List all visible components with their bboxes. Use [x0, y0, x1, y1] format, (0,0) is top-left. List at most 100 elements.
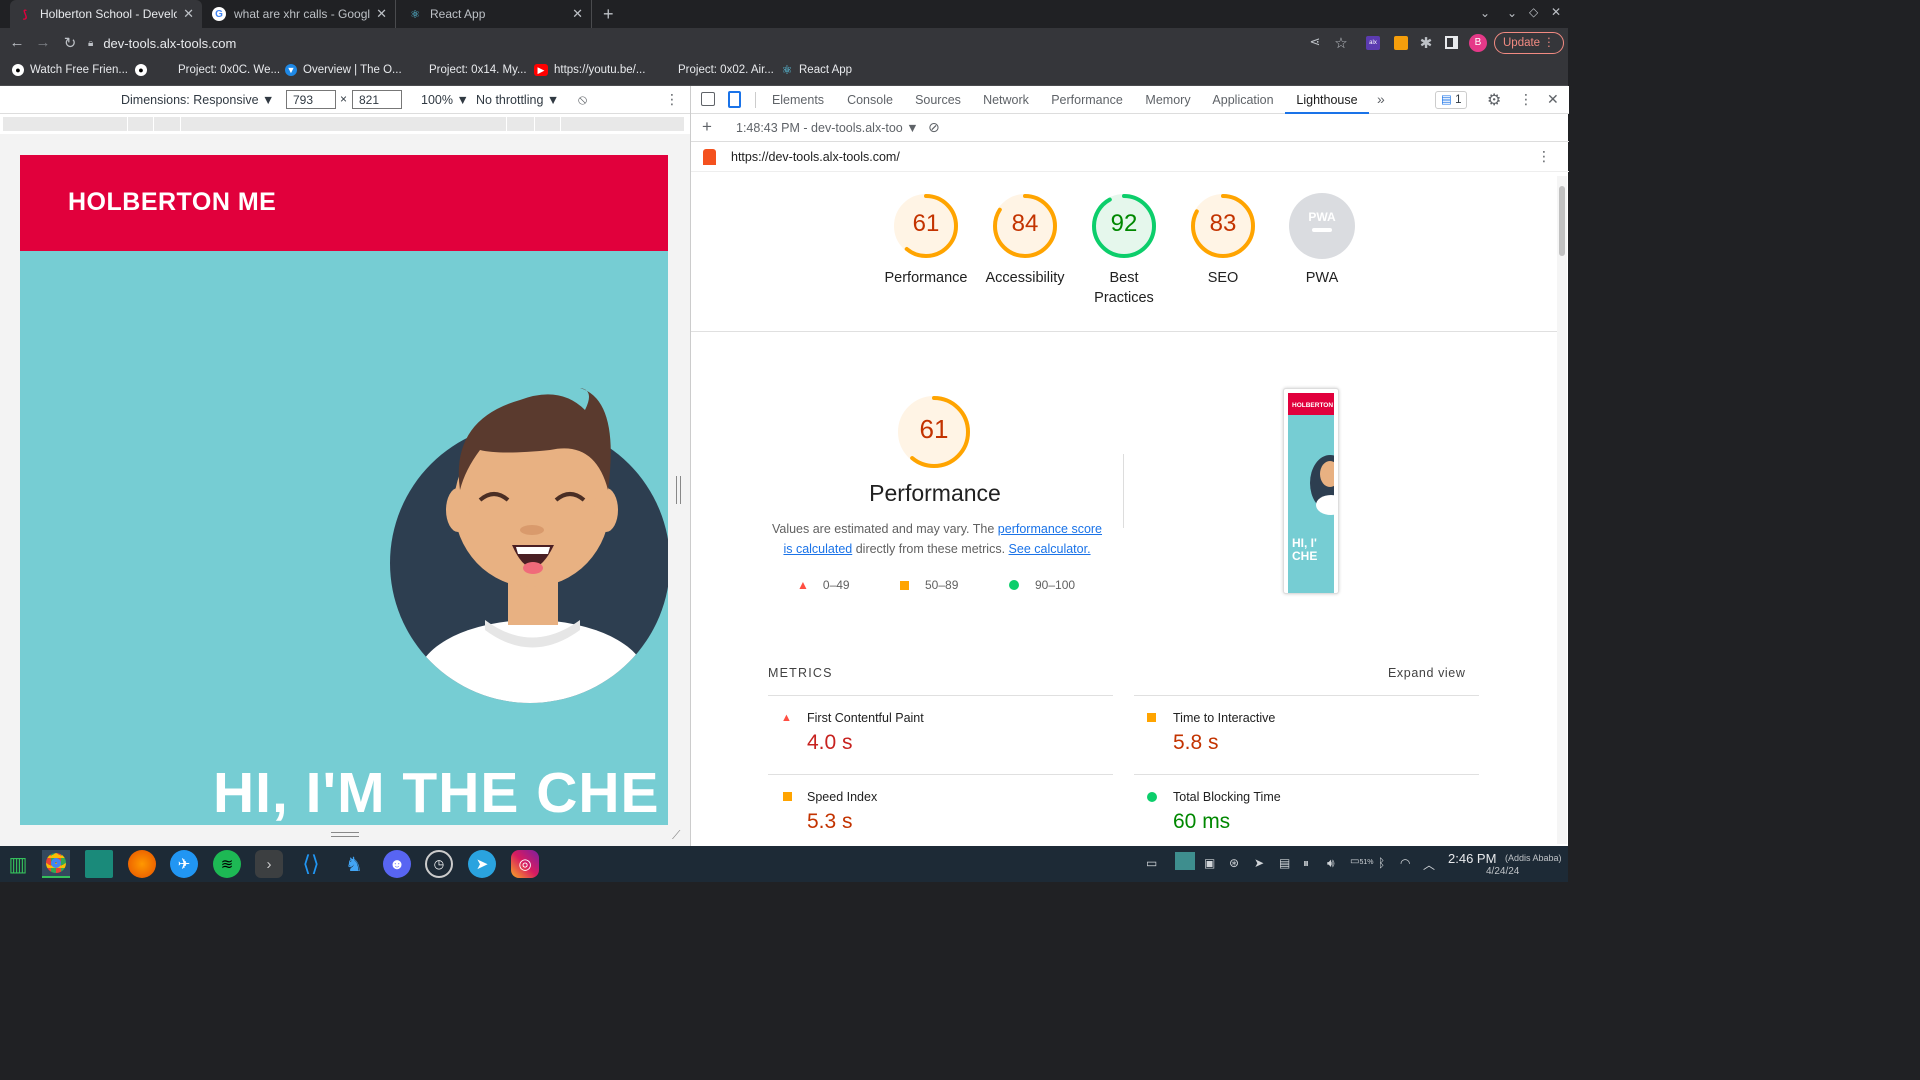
settings-gear-icon[interactable]: ⚙ — [1487, 90, 1501, 110]
report-scrollbar[interactable] — [1557, 176, 1567, 844]
scrollbar-thumb[interactable] — [1559, 186, 1565, 256]
square-icon — [900, 580, 909, 590]
tab-application[interactable]: Application — [1206, 86, 1280, 114]
bookmark-item[interactable]: Project: 0x0C. We... — [178, 64, 280, 76]
resize-handle-bottom[interactable] — [331, 832, 359, 837]
discord-icon[interactable]: ☻ — [383, 850, 411, 878]
close-tab-icon[interactable]: ✕ — [183, 6, 194, 22]
maximize-icon[interactable]: ◇ — [1529, 5, 1538, 19]
bookmark-item[interactable]: ⚛ React App — [781, 63, 852, 77]
close-window-icon[interactable]: ✕ — [1551, 5, 1561, 19]
final-screenshot-thumbnail[interactable]: HOLBERTON HI, I' CHE — [1283, 388, 1339, 594]
address-bar[interactable]: 🔒︎ dev-tools.alx-tools.com — [88, 31, 1308, 55]
alx-extension-icon[interactable]: alx — [1366, 36, 1380, 50]
width-input[interactable] — [286, 90, 336, 109]
wifi-icon[interactable]: ◠ — [1400, 856, 1410, 870]
tab-network[interactable]: Network — [976, 86, 1036, 114]
bookmark-item[interactable]: ▼ Overview | The O... — [285, 64, 402, 76]
rotate-icon[interactable]: ⦸ — [578, 91, 587, 108]
new-tab-button[interactable]: + — [603, 4, 614, 25]
bookmark-item[interactable]: Project: 0x02. Air... — [678, 64, 774, 76]
new-report-icon[interactable]: + — [702, 117, 712, 137]
share-icon[interactable]: ⋖ — [1306, 34, 1324, 50]
workspace-pager[interactable] — [1175, 852, 1195, 870]
clear-reports-icon[interactable]: ⊘ — [928, 119, 940, 136]
profile-avatar[interactable]: B — [1469, 34, 1487, 52]
tab-console[interactable]: Console — [839, 86, 901, 114]
update-notifier-icon[interactable]: ⊛ — [1229, 856, 1239, 870]
firefox-icon[interactable] — [128, 850, 156, 878]
more-tabs-icon[interactable]: » — [1377, 91, 1385, 107]
volume-icon[interactable]: 🔊︎ — [1327, 856, 1335, 871]
throttling-dropdown[interactable]: No throttling ▼ — [476, 93, 559, 107]
instagram-icon[interactable]: ◎ — [511, 850, 539, 878]
clock-app-icon[interactable]: ◷ — [425, 850, 453, 878]
expand-view-toggle[interactable]: Expand view — [1388, 666, 1465, 680]
extension-icon[interactable] — [1394, 36, 1408, 50]
more-options-icon[interactable]: ⋮ — [665, 91, 679, 108]
windows-icon[interactable]: ▣ — [1204, 856, 1215, 870]
file-manager-icon[interactable] — [85, 850, 113, 878]
report-selector[interactable]: 1:48:43 PM - dev-tools.alx-too ▼ — [736, 121, 919, 135]
report-menu-icon[interactable]: ⋮ — [1537, 148, 1551, 165]
forward-icon[interactable]: → — [34, 34, 52, 51]
update-button[interactable]: Update ⋮ — [1494, 32, 1564, 54]
tab-memory[interactable]: Memory — [1136, 86, 1200, 114]
resize-handle-corner[interactable]: ⟋ — [672, 828, 680, 843]
bookmark-item[interactable]: ▶ https://youtu.be/... — [534, 64, 645, 76]
tab-holberton[interactable]: ⟆ Holberton School - Developer ✕ — [10, 0, 202, 28]
height-input[interactable] — [352, 90, 402, 109]
media-query-ruler[interactable] — [0, 114, 690, 134]
score-gauge-accessibility[interactable]: 84 Accessibility — [986, 192, 1064, 286]
tab-sources[interactable]: Sources — [909, 86, 967, 114]
clock-time[interactable]: 2:46 PM — [1448, 851, 1496, 866]
puzzle-extensions-icon[interactable]: ✱ — [1417, 34, 1435, 52]
media-pause-icon[interactable]: ⏸ — [1303, 856, 1309, 871]
bluetooth-icon[interactable]: ᛒ — [1378, 856, 1385, 870]
device-toggle-icon[interactable] — [728, 91, 741, 108]
close-devtools-icon[interactable]: ✕ — [1547, 91, 1559, 108]
score-gauge-seo[interactable]: 83 SEO — [1189, 192, 1257, 286]
network-tool-icon[interactable]: ✈ — [170, 850, 198, 878]
tray-expand-icon[interactable]: ︿ — [1423, 856, 1435, 873]
issues-badge[interactable]: ▤ 1 — [1435, 91, 1468, 109]
spotify-icon[interactable]: ≋ — [213, 850, 241, 878]
score-gauge-pwa[interactable]: PWA PWA — [1288, 192, 1356, 286]
bookmark-item[interactable]: ● — [135, 64, 153, 76]
back-icon[interactable]: ← — [8, 34, 26, 51]
zoom-dropdown[interactable]: 100% ▼ — [421, 93, 469, 107]
manjaro-menu-icon[interactable]: ▥ — [4, 850, 32, 878]
tab-lighthouse[interactable]: Lighthouse — [1285, 86, 1369, 114]
tab-search-icon[interactable]: ⌄ — [1480, 6, 1490, 20]
vscode-icon[interactable]: ⟨⟩ — [297, 850, 325, 878]
resize-handle-right[interactable] — [676, 476, 681, 504]
clipboard-icon[interactable]: ▤ — [1279, 856, 1290, 870]
clock-timezone: (Addis Ababa) — [1505, 853, 1562, 863]
app-icon[interactable]: ♞ — [340, 850, 368, 878]
tab-google[interactable]: G what are xhr calls - Google Se ✕ — [204, 0, 396, 28]
tab-performance[interactable]: Performance — [1047, 86, 1127, 114]
triangle-icon: ▲ — [797, 578, 809, 592]
kebab-menu-icon[interactable]: ⋮ — [1519, 91, 1533, 108]
score-gauge-best-practices[interactable]: 92 Best Practices — [1090, 192, 1158, 306]
minimize-icon[interactable]: ⌄ — [1507, 6, 1517, 20]
tab-react-app[interactable]: ⚛ React App ✕ — [400, 0, 592, 28]
telegram-icon[interactable]: ➤ — [468, 850, 496, 878]
chrome-icon[interactable] — [42, 850, 70, 878]
terminal-icon[interactable]: › — [255, 850, 283, 878]
tab-elements[interactable]: Elements — [767, 86, 829, 114]
telegram-tray-icon[interactable]: ➤ — [1254, 856, 1264, 870]
battery-icon[interactable]: ▭51% — [1350, 856, 1373, 867]
bookmark-item[interactable]: Project: 0x14. My... — [429, 64, 527, 76]
inspect-element-icon[interactable] — [701, 92, 715, 106]
bookmark-item[interactable]: ● Watch Free Frien... — [12, 64, 128, 76]
calculator-link[interactable]: See calculator. — [1009, 542, 1091, 556]
bookmark-star-icon[interactable]: ☆ — [1332, 34, 1350, 52]
score-gauge-performance[interactable]: 61 Performance — [884, 192, 968, 286]
close-tab-icon[interactable]: ✕ — [572, 6, 583, 22]
dimensions-dropdown[interactable]: Dimensions: Responsive ▼ — [121, 93, 274, 107]
side-panel-icon[interactable] — [1445, 36, 1458, 49]
reload-icon[interactable]: ↻ — [61, 34, 79, 52]
close-tab-icon[interactable]: ✕ — [376, 6, 387, 22]
show-desktop-icon[interactable]: ▭ — [1146, 856, 1157, 870]
